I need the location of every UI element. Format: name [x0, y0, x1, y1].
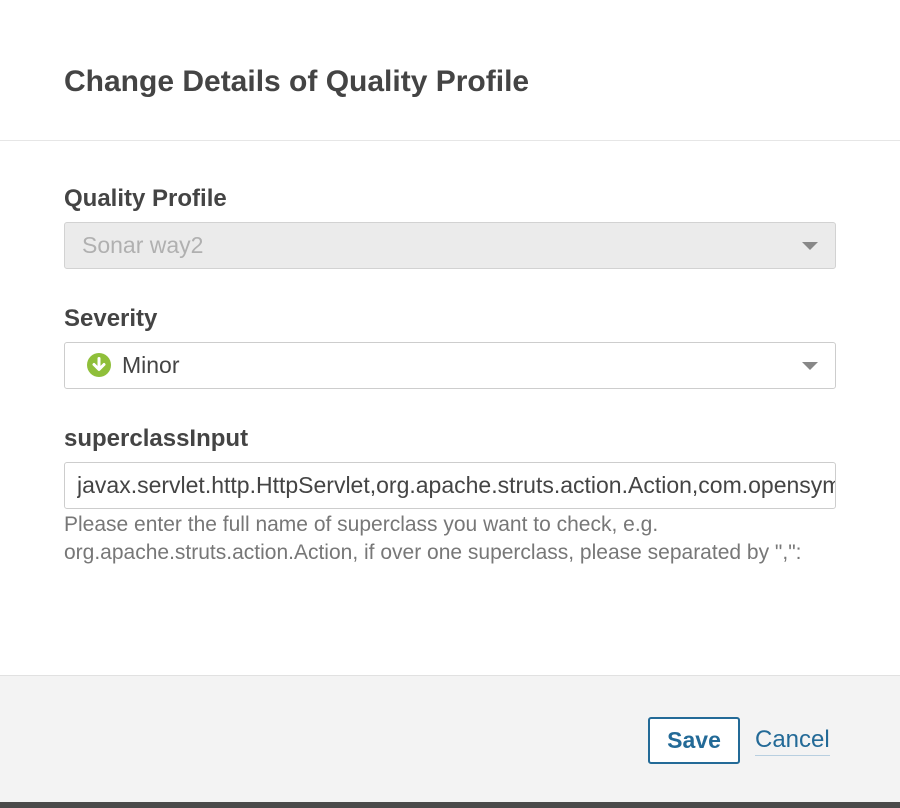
- quality-profile-label: Quality Profile: [64, 185, 227, 212]
- superclass-input[interactable]: [65, 463, 835, 508]
- arrow-down-circle-icon: [87, 353, 111, 377]
- superclass-input-label: superclassInput: [64, 425, 249, 452]
- superclass-help-text: Please enter the full name of superclass…: [64, 513, 802, 564]
- severity-select[interactable]: Minor: [64, 342, 836, 389]
- dialog-footer: Save Cancel: [0, 675, 900, 802]
- cancel-link[interactable]: Cancel: [755, 725, 830, 756]
- dialog-title: Change Details of Quality Profile: [64, 65, 530, 98]
- change-quality-profile-dialog: Change Details of Quality Profile Qualit…: [0, 0, 900, 808]
- dialog-header: Change Details of Quality Profile: [0, 0, 900, 141]
- superclass-input-wrapper: [64, 462, 836, 509]
- severity-label: Severity: [64, 305, 158, 332]
- quality-profile-value: Sonar way2: [82, 232, 204, 258]
- severity-value: Minor: [122, 352, 180, 378]
- dialog-bottom-edge: [0, 802, 900, 808]
- chevron-down-icon: [802, 362, 818, 370]
- quality-profile-select: Sonar way2: [64, 222, 836, 269]
- save-button[interactable]: Save: [648, 717, 740, 764]
- chevron-down-icon: [802, 242, 818, 250]
